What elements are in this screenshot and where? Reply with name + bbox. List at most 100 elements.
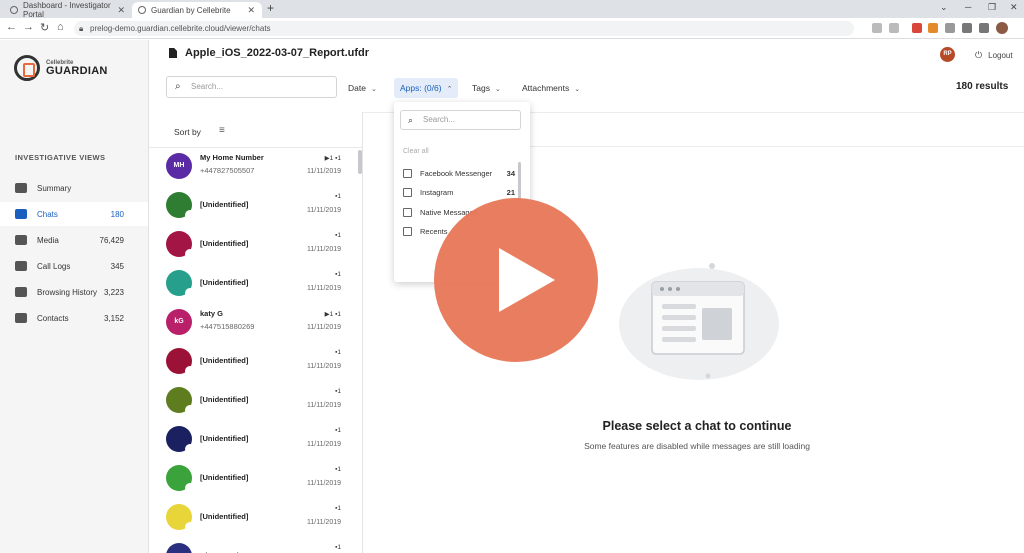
chat-message-count: ▪1 <box>335 232 341 239</box>
attachments-filter[interactable]: Attachments ⌄ <box>522 78 580 98</box>
clear-all-link[interactable]: Clear all <box>403 148 429 155</box>
window-close-icon[interactable]: ✕ <box>1010 2 1018 13</box>
sidebar-item-chats[interactable]: Chats 180 <box>0 202 148 226</box>
sidebar-item-summary[interactable]: Summary <box>0 176 148 200</box>
document-title: Apple_iOS_2022-03-07_Report.ufdr <box>169 47 369 59</box>
chat-list-item[interactable]: [Unidentified] ▪1 11/11/2019 <box>149 187 357 226</box>
chat-list-item[interactable]: [Unidentified] ▪1 11/11/2019 <box>149 265 357 304</box>
chat-date: 11/11/2019 <box>307 246 341 253</box>
chat-avatar: kG <box>166 309 192 335</box>
chevron-down-icon: ⌄ <box>574 86 581 93</box>
chat-message-count: ▪1 <box>335 544 341 551</box>
app-option[interactable]: Facebook Messenger 34 <box>403 167 515 181</box>
person-icon <box>185 210 195 220</box>
minimize-icon[interactable]: ─ <box>965 2 971 12</box>
chat-list-scrollbar[interactable] <box>358 150 362 174</box>
sidebar-item-call-logs[interactable]: Call Logs 345 <box>0 254 148 278</box>
checkbox[interactable] <box>403 169 412 178</box>
search-placeholder: Search... <box>191 82 224 91</box>
app-option[interactable]: Instagram 21 <box>403 186 515 200</box>
sidebar-item-count: 3,223 <box>103 287 124 297</box>
empty-state-title: Please select a chat to continue <box>602 419 792 433</box>
new-tab-icon[interactable]: + <box>267 1 274 15</box>
sidebar-item-browsing-history[interactable]: Browsing History 3,223 <box>0 280 148 304</box>
share-icon[interactable] <box>872 23 882 33</box>
search-icon: ⌕ <box>408 115 414 125</box>
apps-filter[interactable]: Apps: (0/6) ⌃ <box>394 78 459 98</box>
sidebar-item-label: Contacts <box>37 313 69 323</box>
chat-list-item[interactable]: kG katy G +447515880269 ▶1 ▪1 11/11/2019 <box>149 304 357 343</box>
chat-list-item[interactable]: [Unidentified] ▪1 11/11/2019 <box>149 382 357 421</box>
restore-icon[interactable]: ❐ <box>988 2 996 13</box>
browser-tab-bar: Dashboard - Investigator Portal ✕ Guardi… <box>0 0 1024 19</box>
chat-list-item[interactable]: [Unidentified] ▪1 11/11/2019 <box>149 421 357 460</box>
sidebar-item-count: 180 <box>110 209 124 219</box>
app-option-count: 34 <box>506 169 515 178</box>
sidebar-item-label: Browsing History <box>37 287 98 297</box>
date-filter-label: Date <box>348 83 366 93</box>
extensions-puzzle-icon[interactable] <box>962 23 972 33</box>
home-icon[interactable]: ⌂ <box>57 21 64 33</box>
sidebar-item-contacts[interactable]: Contacts 3,152 <box>0 306 148 330</box>
checkbox[interactable] <box>403 227 412 236</box>
chat-search-input[interactable]: ⌕ Search... <box>166 76 337 98</box>
app-option-label: Recents <box>420 227 448 236</box>
tab-close-icon[interactable]: ✕ <box>117 5 125 16</box>
chevron-down-icon: ⌄ <box>494 86 501 93</box>
user-avatar[interactable]: RP <box>940 47 955 62</box>
chat-name: [Unidentified] <box>200 395 249 404</box>
file-icon <box>169 48 177 58</box>
checkbox[interactable] <box>403 208 412 217</box>
chat-list-item[interactable]: MH My Home Number +447827505507 ▶1 ▪1 11/11/… <box>149 148 357 187</box>
chat-message-count: ▪1 <box>335 466 341 473</box>
chat-name: [Unidentified] <box>200 200 249 209</box>
logout-button[interactable]: ⏻ Logout <box>975 50 1013 61</box>
tab-search-chevron-icon[interactable]: ⌄ <box>940 2 948 13</box>
chat-avatar <box>166 504 195 532</box>
chat-message-count: ▪1 <box>335 427 341 434</box>
sort-filter-icon[interactable]: ≡ <box>219 125 225 136</box>
forward-icon[interactable]: → <box>23 21 34 33</box>
url-field[interactable]: 🔒︎ prelog-demo.guardian.cellebrite.cloud… <box>74 21 854 36</box>
chat-name: My Home Number <box>200 153 264 162</box>
settings-gear-icon[interactable] <box>945 23 955 33</box>
person-icon <box>185 522 195 532</box>
bookmark-star-icon[interactable] <box>889 23 899 33</box>
chat-list-item[interactable]: [Unidentified] ▪1 11/11/2019 <box>149 499 357 538</box>
logo-product-text: GUARDIAN <box>46 64 108 77</box>
apps-search-input[interactable]: ⌕ Search... <box>400 110 521 130</box>
tab-close-icon[interactable]: ✕ <box>247 5 255 16</box>
extension-icon[interactable] <box>912 23 922 33</box>
side-panel-icon[interactable] <box>979 23 989 33</box>
chat-avatar: MH <box>166 153 192 179</box>
date-filter[interactable]: Date ⌄ <box>348 78 377 98</box>
extension-icon[interactable] <box>928 23 938 33</box>
tab-favicon-icon <box>10 6 18 14</box>
sort-by-button[interactable]: Sort by <box>174 127 201 137</box>
dropdown-scrollbar[interactable] <box>518 162 521 202</box>
sidebar: Cellebrite GUARDIAN INVESTIGATIVE VIEWS … <box>0 40 149 553</box>
home-icon <box>15 183 27 193</box>
chat-list-item[interactable]: [Unidentified] ▪1 11/11/2019 <box>149 460 357 499</box>
chat-list-item[interactable]: [Unidentified] ▪1 11/11/2019 <box>149 343 357 382</box>
chat-date: 11/11/2019 <box>307 285 341 292</box>
video-play-button[interactable] <box>434 198 598 362</box>
chat-list-item[interactable]: Alun Developer▪1 <box>149 538 357 553</box>
chat-message-count: ▪1 <box>335 505 341 512</box>
power-icon: ⏻ <box>975 50 983 60</box>
tags-filter[interactable]: Tags ⌄ <box>472 78 501 98</box>
profile-avatar[interactable] <box>996 22 1008 34</box>
browser-tab-guardian[interactable]: Guardian by Cellebrite ✕ <box>132 2 262 18</box>
chat-date: 11/11/2019 <box>307 168 341 175</box>
sidebar-item-media[interactable]: Media 76,429 <box>0 228 148 252</box>
chat-list-item[interactable]: [Unidentified] ▪1 11/11/2019 <box>149 226 357 265</box>
reload-icon[interactable]: ↻ <box>40 21 49 34</box>
back-icon[interactable]: ← <box>6 21 17 33</box>
url-text: prelog-demo.guardian.cellebrite.cloud/vi… <box>90 24 271 33</box>
chat-avatar <box>166 465 195 493</box>
checkbox[interactable] <box>403 188 412 197</box>
chevron-up-icon: ⌃ <box>446 86 453 93</box>
browser-tab-dashboard[interactable]: Dashboard - Investigator Portal ✕ <box>4 1 132 19</box>
phone-icon <box>15 261 27 271</box>
sidebar-section-title: INVESTIGATIVE VIEWS <box>15 153 106 162</box>
